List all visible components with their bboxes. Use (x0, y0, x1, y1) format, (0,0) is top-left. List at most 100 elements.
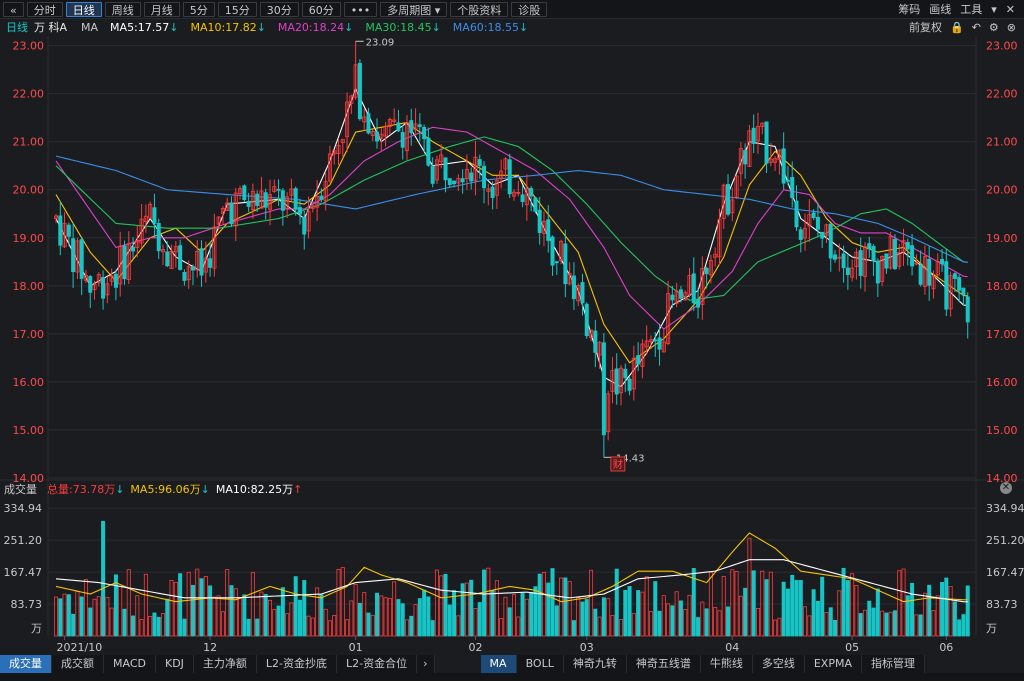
volume-bar (272, 609, 277, 637)
volume-bar (263, 594, 268, 637)
volume-bar (404, 619, 409, 637)
candle-body (897, 252, 902, 267)
volume-bar (101, 520, 106, 637)
volume-bar (118, 586, 123, 637)
tab-turnover[interactable]: 成交额 (52, 655, 104, 673)
volume-tick-right: 334.94 (986, 502, 1024, 515)
volume-bar (387, 597, 392, 637)
candle-body (554, 261, 559, 264)
candle-body (340, 138, 345, 144)
tab-daily[interactable]: 日线 (65, 1, 102, 17)
volume-bar (109, 607, 114, 637)
tab-bull-bear[interactable]: 牛熊线 (700, 655, 753, 673)
candle-body (161, 249, 166, 253)
candle-body (593, 330, 598, 353)
volume-bar (520, 593, 525, 637)
volume-bar (683, 608, 688, 637)
close-volume-icon[interactable]: ✕ (1000, 482, 1012, 494)
tab-kdj[interactable]: KDJ (155, 655, 194, 673)
close-circle-icon[interactable]: ⊗ (1007, 21, 1016, 34)
candle-body (507, 159, 512, 195)
candle-body (867, 243, 872, 250)
tab-main-net[interactable]: 主力净额 (193, 655, 257, 673)
ma5-value: MA5:17.57↓ (110, 20, 179, 34)
volume-bar (892, 610, 897, 637)
volume-bar (306, 615, 311, 637)
tab-15min[interactable]: 15分 (217, 1, 257, 17)
candle-body (327, 153, 332, 182)
tab-expma[interactable]: EXPMA (804, 655, 862, 673)
chevron-right-icon[interactable]: › (417, 655, 435, 673)
volume-bar (143, 573, 148, 637)
candle-body (229, 202, 234, 225)
volume-bar (696, 617, 701, 637)
tab-5min[interactable]: 5分 (182, 1, 215, 17)
draw-button[interactable]: 画线 (929, 1, 951, 17)
candle-body (520, 194, 525, 203)
stock-info-button[interactable]: 个股资料 (450, 1, 509, 17)
candle-body (332, 150, 337, 155)
candle-body (755, 126, 760, 142)
volume-bar (255, 618, 260, 637)
candle-body (426, 137, 431, 166)
tab-indicator-manage[interactable]: 指标管理 (861, 655, 925, 673)
tab-volume[interactable]: 成交量 (0, 655, 52, 673)
tab-30min[interactable]: 30分 (259, 1, 299, 17)
tab-macd[interactable]: MACD (104, 655, 156, 673)
diagnose-button[interactable]: 诊股 (511, 1, 548, 17)
volume-bar (122, 608, 127, 637)
candle-body (824, 224, 829, 236)
volume-tick-left: 万 (31, 622, 42, 635)
candle-body (477, 159, 482, 166)
candle-body (135, 239, 140, 248)
candle-body (614, 368, 619, 395)
tab-magic-five[interactable]: 神奇五线谱 (626, 655, 701, 673)
gear-icon[interactable]: ⚙ (989, 21, 999, 34)
tools-button[interactable]: 工具 (960, 1, 982, 17)
volume-bar (820, 576, 825, 637)
kline-chart[interactable]: 23.00 23.00 22.00 22.00 21.00 21.00 20.00 20.00… (0, 0, 1024, 681)
candle-body (268, 194, 273, 210)
undo-icon[interactable]: ↶ (972, 21, 981, 34)
tab-60min[interactable]: 60分 (301, 1, 341, 17)
volume-bar (743, 587, 748, 637)
tab-long-short[interactable]: 多空线 (752, 655, 805, 673)
chips-button[interactable]: 筹码 (898, 1, 920, 17)
volume-bar (862, 609, 867, 637)
volume-tick-right: 167.47 (986, 566, 1024, 579)
lock-icon[interactable]: 🔒 (950, 21, 964, 34)
volume-bar (700, 601, 705, 637)
back-icon[interactable]: « (3, 1, 24, 17)
x-axis-ticks: 2021/10 12 01 02 03 04 05 06 (57, 636, 953, 654)
volume-title[interactable]: 成交量 (4, 481, 37, 497)
candle-body (961, 287, 966, 296)
close-icon[interactable]: ✕ (1006, 3, 1015, 16)
tab-ma[interactable]: MA (480, 655, 517, 673)
volume-bar (610, 615, 615, 637)
legend-right-controls: 前复权 🔒 ↶ ⚙ ⊗ (909, 19, 1024, 35)
tab-magic-nine[interactable]: 神奇九转 (563, 655, 627, 673)
tab-l2-position[interactable]: L2-资金合位 (337, 655, 418, 673)
candle-body (242, 185, 247, 200)
volume-bar (152, 612, 157, 637)
tab-fenshi[interactable]: 分时 (26, 1, 63, 17)
caret-down-icon[interactable]: ▾ (991, 3, 997, 16)
adjust-mode-label[interactable]: 前复权 (909, 19, 942, 35)
volume-bar (173, 582, 178, 637)
candle-body (276, 188, 281, 191)
volume-bar (623, 589, 628, 637)
candle-body (126, 243, 131, 280)
volume-bar (212, 596, 217, 637)
tab-boll[interactable]: BOLL (516, 655, 564, 673)
ma-indicator-label[interactable]: MA (81, 21, 98, 34)
volume-bar (961, 614, 966, 637)
tab-l2-bottom[interactable]: L2-资金抄底 (256, 655, 338, 673)
more-button[interactable]: ••• (343, 1, 378, 17)
tab-weekly[interactable]: 周线 (104, 1, 141, 17)
candle-body (66, 224, 71, 237)
multi-period-dropdown[interactable]: 多周期图 ▾ (380, 1, 448, 17)
volume-bar (357, 602, 362, 637)
tab-monthly[interactable]: 月线 (143, 1, 180, 17)
volume-bar (833, 619, 838, 637)
candle-body (362, 116, 367, 123)
